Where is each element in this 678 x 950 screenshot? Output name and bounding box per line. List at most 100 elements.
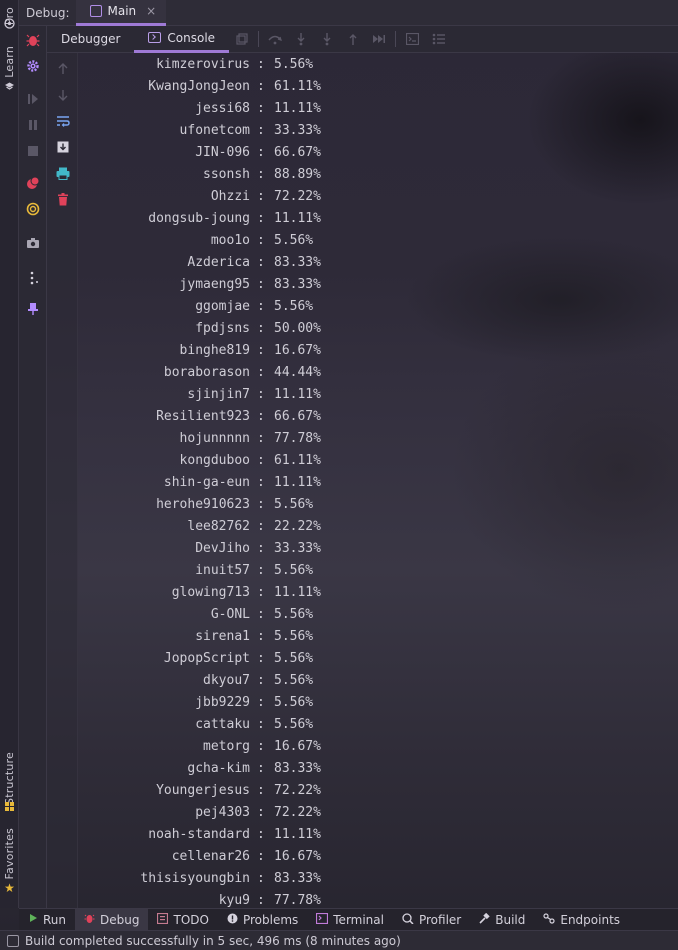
pause-icon[interactable]	[19, 113, 47, 137]
tab-console[interactable]: Console	[134, 26, 230, 53]
learn-tab[interactable]: Learn	[0, 44, 19, 80]
more-options-icon[interactable]	[19, 266, 47, 290]
print-icon[interactable]	[47, 161, 78, 185]
console-username: boraborason	[163, 365, 250, 380]
console-percentage: 77.78%	[274, 893, 321, 908]
step-out-icon[interactable]	[340, 26, 366, 53]
console-separator: :	[257, 871, 265, 886]
console-username: ggomjae	[195, 299, 250, 314]
evaluate-expression-icon[interactable]	[399, 26, 425, 53]
tab-debugger-label: Debugger	[61, 32, 121, 46]
console-line: moo1o:5.56%	[78, 230, 678, 252]
console-percentage: 66.67%	[274, 145, 321, 160]
terminal-icon	[316, 912, 329, 927]
star-icon: ★	[4, 881, 15, 895]
console-username: JopopScript	[163, 651, 250, 666]
tool-tab-problems[interactable]: Problems	[218, 909, 307, 931]
scroll-to-end-icon[interactable]	[47, 135, 78, 159]
restore-layout-icon[interactable]	[229, 26, 255, 53]
console-separator: :	[257, 167, 265, 182]
tab-main[interactable]: Main ×	[75, 0, 167, 26]
tool-tab-terminal[interactable]: Terminal	[307, 909, 393, 931]
console-separator: :	[257, 123, 265, 138]
stop-icon[interactable]	[19, 139, 47, 163]
camera-icon[interactable]	[19, 231, 47, 255]
console-line: DevJiho:33.33%	[78, 538, 678, 560]
console-separator: :	[257, 343, 265, 358]
console-separator: :	[257, 827, 265, 842]
console-percentage: 5.56%	[274, 629, 314, 644]
console-line: sjinjin7:11.11%	[78, 384, 678, 406]
console-username: glowing713	[171, 585, 250, 600]
console-percentage: 5.56%	[274, 651, 314, 666]
console-percentage: 11.11%	[274, 475, 321, 490]
console-line: metorg:16.67%	[78, 736, 678, 758]
step-into-icon[interactable]	[288, 26, 314, 53]
tool-tab-build[interactable]: Build	[470, 909, 534, 931]
pin-icon[interactable]	[19, 297, 47, 321]
console-percentage: 16.67%	[274, 343, 321, 358]
console-separator: :	[257, 277, 265, 292]
console-line: gcha-kim:83.33%	[78, 758, 678, 780]
console-line: Azderica:83.33%	[78, 252, 678, 274]
tool-tab-todo[interactable]: TODO	[148, 909, 217, 931]
tool-tab-debug[interactable]: Debug	[75, 908, 149, 931]
tool-tab-endpoints[interactable]: Endpoints	[534, 909, 629, 931]
favorites-tab[interactable]: Favorites	[0, 826, 19, 882]
console-username: gcha-kim	[187, 761, 250, 776]
settings-gear-icon[interactable]	[19, 54, 47, 78]
toolbar-divider	[395, 31, 397, 47]
console-separator: :	[257, 101, 265, 116]
console-line: JopopScript:5.56%	[78, 648, 678, 670]
arrow-up-icon[interactable]	[47, 57, 78, 81]
console-percentage: 77.78%	[274, 431, 321, 446]
console-percentage: 22.22%	[274, 519, 321, 534]
close-icon[interactable]: ×	[146, 4, 156, 18]
console-username: kimzerovirus	[156, 57, 250, 72]
console-separator: :	[257, 475, 265, 490]
structure-tab-label: Structure	[3, 751, 16, 805]
tab-main-label: Main	[107, 4, 137, 18]
console-percentage: 83.33%	[274, 277, 321, 292]
console-username: thisisyoungbin	[140, 871, 250, 886]
arrow-down-icon[interactable]	[47, 83, 78, 107]
tool-tab-run[interactable]: Run	[19, 909, 75, 931]
console-username: dkyou7	[203, 673, 250, 688]
console-username: jessi68	[195, 101, 250, 116]
run-to-cursor-icon[interactable]	[366, 26, 392, 53]
console-percentage: 33.33%	[274, 123, 321, 138]
console-line: ufonetcom:33.33%	[78, 120, 678, 142]
force-step-into-icon[interactable]	[314, 26, 340, 53]
mute-breakpoints-icon[interactable]	[19, 197, 47, 221]
console-separator: :	[257, 211, 265, 226]
console-line: herohe910623:5.56%	[78, 494, 678, 516]
console-separator: :	[257, 233, 265, 248]
status-bar: Build completed successfully in 5 sec, 4…	[0, 930, 678, 950]
profiler-icon	[402, 912, 414, 927]
rerun-debug-icon[interactable]	[19, 28, 47, 52]
console-side-toolbar	[47, 53, 78, 908]
console-percentage: 72.22%	[274, 805, 321, 820]
console-separator: :	[257, 57, 265, 72]
console-line: hojunnnnn:77.78%	[78, 428, 678, 450]
endpoints-icon	[543, 912, 555, 927]
tool-tab-profiler[interactable]: Profiler	[393, 909, 470, 931]
console-percentage: 5.56%	[274, 563, 314, 578]
trace-list-icon[interactable]	[425, 26, 451, 53]
console-username: hojunnnnn	[179, 431, 250, 446]
console-output[interactable]: kimzerovirus:5.56% KwangJongJeon:61.11% je…	[78, 53, 678, 908]
view-breakpoints-icon[interactable]	[19, 171, 47, 195]
console-line: JIN-096:66.67%	[78, 142, 678, 164]
console-separator: :	[257, 299, 265, 314]
tab-debugger[interactable]: Debugger	[47, 26, 134, 53]
console-percentage: 11.11%	[274, 101, 321, 116]
console-line: thisisyoungbin:83.33%	[78, 868, 678, 890]
console-line: ssonsh:88.89%	[78, 164, 678, 186]
step-over-icon[interactable]	[262, 26, 288, 53]
console-username: jbb9229	[195, 695, 250, 710]
soft-wrap-icon[interactable]	[47, 109, 78, 133]
console-separator: :	[257, 651, 265, 666]
resume-icon[interactable]	[19, 87, 47, 111]
console-line: kyu9:77.78%	[78, 890, 678, 908]
clear-trash-icon[interactable]	[47, 187, 78, 211]
